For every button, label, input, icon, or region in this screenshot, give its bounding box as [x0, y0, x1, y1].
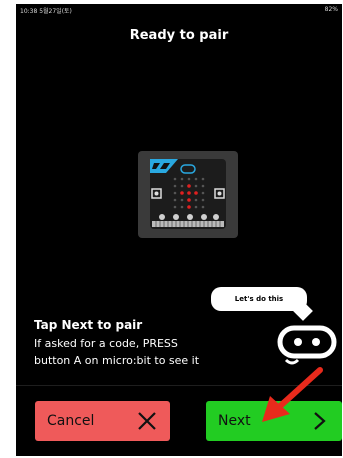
cancel-button-label: Cancel [47, 413, 95, 429]
battery-level: 82% [324, 6, 338, 13]
instruction-heading: Tap Next to pair [34, 318, 143, 332]
mascot-icon [277, 325, 337, 365]
pairing-screen: 10:38 5월27일(토) 82% Ready to pair Let's d… [16, 4, 342, 456]
annotation-arrow-icon [262, 367, 323, 422]
instruction-line-1: If asked for a code, PRESS [34, 337, 178, 350]
status-time-date: 10:38 5월27일(토) [20, 8, 72, 15]
page-title: Ready to pair [129, 28, 229, 43]
microbit-illustration [138, 151, 238, 238]
instruction-text: If asked for a code, PRESS button A on m… [34, 335, 244, 369]
instruction-line-2: button A on micro:bit to see it [34, 354, 200, 367]
speech-bubble: Let's do this [211, 287, 307, 311]
status-bar: 10:38 5월27일(토) 82% [16, 4, 342, 16]
next-button-label: Next [218, 413, 251, 429]
microbit-board-icon [150, 159, 226, 229]
cancel-button[interactable]: Cancel [35, 401, 170, 441]
close-icon [138, 412, 156, 430]
